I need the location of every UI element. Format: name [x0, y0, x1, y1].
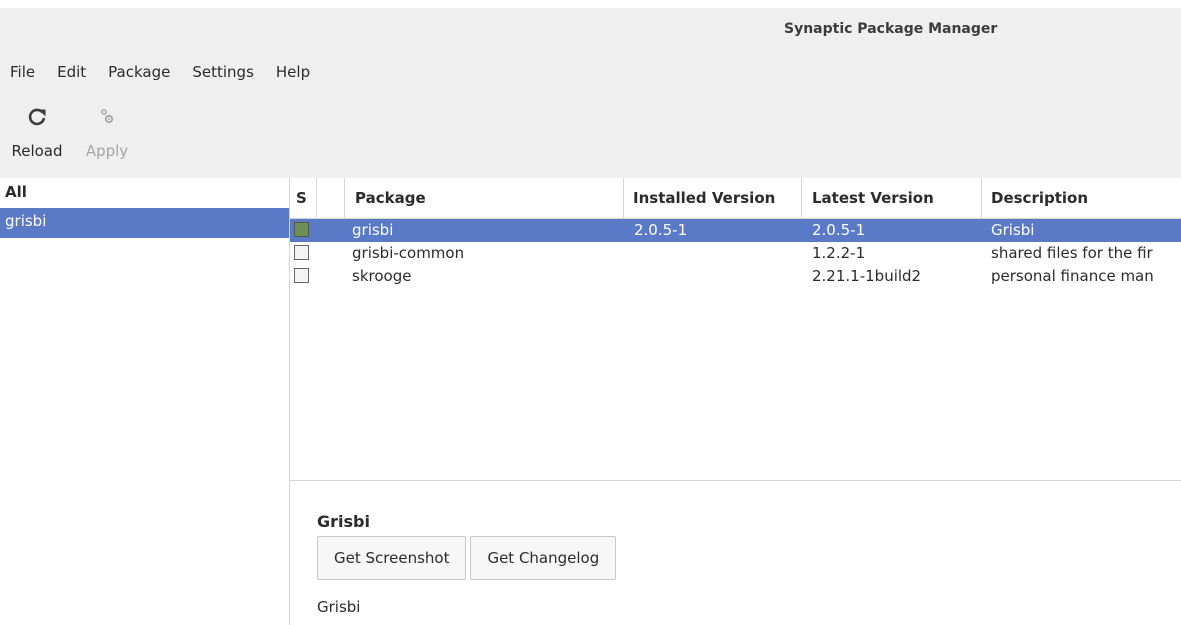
column-latest-version[interactable]: Latest Version [802, 178, 982, 218]
get-changelog-button[interactable]: Get Changelog [470, 536, 617, 580]
menu-package[interactable]: Package [97, 60, 181, 84]
table-row[interactable]: grisbi-common 1.2.2-1 shared files for t… [290, 242, 1181, 265]
latest-version: 2.0.5-1 [812, 221, 866, 239]
column-installed-version[interactable]: Installed Version [624, 178, 802, 218]
latest-version: 1.2.2-1 [812, 244, 866, 262]
content-pane: S Package Installed Version Latest Versi… [290, 178, 1181, 625]
menu-settings[interactable]: Settings [181, 60, 265, 84]
reload-icon [26, 106, 48, 130]
column-status[interactable]: S [290, 178, 317, 218]
package-details: Grisbi Get Screenshot Get Changelog Gris… [290, 481, 1181, 625]
status-cell[interactable] [290, 242, 317, 265]
installed-version [624, 242, 802, 265]
installed-version: 2.0.5-1 [634, 221, 688, 239]
menubar: File Edit Package Settings Help [0, 60, 321, 84]
not-installed-checkbox[interactable] [294, 268, 309, 283]
apply-button[interactable]: Apply [74, 104, 140, 174]
window-chrome: Synaptic Package Manager File Edit Packa… [0, 8, 1181, 178]
table-header: S Package Installed Version Latest Versi… [290, 178, 1181, 219]
package-name: grisbi-common [352, 244, 465, 262]
package-table: S Package Installed Version Latest Versi… [290, 178, 1181, 481]
installed-checkbox[interactable] [294, 222, 309, 237]
top-gap [0, 0, 1181, 8]
menu-file[interactable]: File [0, 60, 46, 84]
toolbar: Reload Apply [0, 104, 140, 174]
main-area: All grisbi S Package Installed Version L… [0, 178, 1181, 625]
support-cell [317, 242, 345, 265]
details-description: Grisbi [317, 598, 361, 616]
status-cell[interactable] [290, 265, 317, 288]
titlebar: Synaptic Package Manager [0, 8, 1181, 52]
reload-button[interactable]: Reload [0, 104, 74, 174]
installed-version [624, 265, 802, 288]
not-installed-checkbox[interactable] [294, 245, 309, 260]
details-buttons: Get Screenshot Get Changelog [317, 536, 620, 580]
get-screenshot-button[interactable]: Get Screenshot [317, 536, 467, 580]
support-cell [317, 219, 345, 242]
column-support[interactable] [317, 178, 345, 218]
support-cell [317, 265, 345, 288]
table-row[interactable]: grisbi 2.0.5-1 2.0.5-1 Grisbi [290, 219, 1181, 242]
details-title: Grisbi [317, 512, 370, 531]
status-cell[interactable] [290, 219, 317, 242]
sidebar-item-grisbi[interactable]: grisbi [0, 208, 289, 238]
column-package[interactable]: Package [345, 178, 624, 218]
window-title: Synaptic Package Manager [784, 21, 998, 37]
sidebar-header[interactable]: All [0, 178, 289, 208]
latest-version: 2.21.1-1build2 [812, 267, 922, 285]
filter-sidebar: All grisbi [0, 178, 290, 625]
gears-icon [96, 106, 118, 130]
package-name: skrooge [352, 267, 412, 285]
menu-edit[interactable]: Edit [46, 60, 97, 84]
column-description[interactable]: Description [982, 178, 1181, 218]
table-row[interactable]: skrooge 2.21.1-1build2 personal finance … [290, 265, 1181, 288]
package-description: personal finance man [991, 267, 1154, 285]
menu-help[interactable]: Help [265, 60, 321, 84]
package-description: Grisbi [991, 221, 1035, 239]
apply-label: Apply [85, 142, 129, 160]
package-name: grisbi [352, 221, 394, 239]
reload-label: Reload [11, 142, 63, 160]
package-description: shared files for the fir [991, 244, 1153, 262]
